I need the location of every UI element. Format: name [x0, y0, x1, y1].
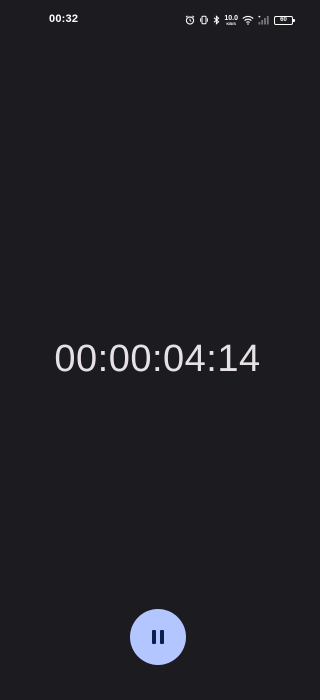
battery-level: 60 [280, 17, 287, 23]
battery-icon: 60 [274, 15, 295, 25]
signal-icon [258, 15, 270, 25]
network-speed-unit: KB/S [226, 20, 236, 26]
stopwatch-time: 00:00:04:14 [54, 338, 261, 380]
status-icons: 10.0 KB/S 60 [185, 13, 295, 27]
pause-icon-bar-right [160, 630, 164, 644]
pause-button[interactable] [130, 609, 186, 665]
pause-icon [152, 630, 164, 644]
status-bar: 00:32 10.0 KB/S 60 [0, 0, 315, 40]
pause-icon-bar-left [152, 630, 156, 644]
alarm-icon [185, 15, 195, 25]
vibrate-icon [199, 15, 209, 25]
wifi-icon [242, 15, 254, 25]
status-time: 00:32 [49, 13, 79, 25]
network-speed: 10.0 KB/S [224, 15, 238, 26]
bluetooth-icon [213, 15, 220, 25]
